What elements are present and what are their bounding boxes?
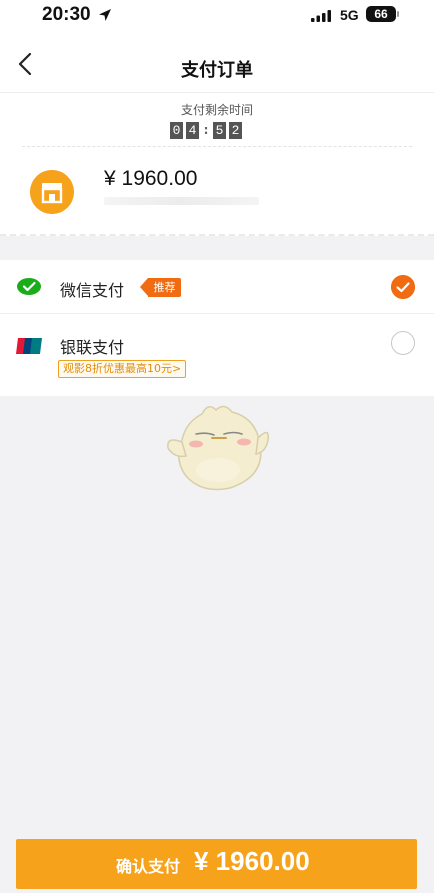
order-description-blurred bbox=[104, 197, 259, 205]
recommended-badge-text: 推荐 bbox=[148, 278, 181, 297]
order-price: ¥ 1960.00 bbox=[104, 167, 198, 190]
countdown-separator: : bbox=[203, 123, 209, 137]
confirm-payment-amount: ¥ 1960.00 bbox=[194, 846, 310, 876]
payment-label-wechat: 微信支付 bbox=[60, 281, 125, 300]
divider bbox=[22, 146, 412, 147]
status-bar: 20:30 5G 66 bbox=[0, 0, 434, 34]
battery-cap bbox=[397, 11, 399, 17]
order-summary-card: 支付剩余时间 0 4 : 5 2 ¥ 1960.00 bbox=[0, 92, 434, 236]
unionpay-icon bbox=[16, 338, 42, 354]
countdown-digit: 2 bbox=[229, 121, 242, 139]
countdown-digit: 5 bbox=[213, 121, 226, 139]
wechat-pay-icon bbox=[17, 278, 41, 295]
countdown-digit: 4 bbox=[186, 121, 199, 139]
promo-tag[interactable]: 观影8折优惠最高10元> bbox=[58, 360, 187, 378]
nav-bar: 支付订单 bbox=[0, 34, 434, 92]
recommended-badge: 推荐 bbox=[140, 278, 181, 297]
countdown-digit: 0 bbox=[170, 121, 183, 139]
signal-icon bbox=[311, 10, 331, 22]
location-arrow-icon bbox=[99, 9, 111, 21]
payment-option-unionpay[interactable]: 银联支付 观影8折优惠最高10元> bbox=[0, 314, 434, 396]
confirm-payment-button[interactable]: 确认支付 ¥ 1960.00 bbox=[16, 839, 417, 889]
mascot-illustration bbox=[167, 405, 270, 491]
payment-option-wechat[interactable]: 微信支付 推荐 bbox=[0, 260, 434, 314]
page-title: 支付订单 bbox=[181, 60, 253, 81]
status-time: 20:30 bbox=[42, 4, 91, 25]
countdown-label: 支付剩余时间 bbox=[180, 103, 253, 117]
radio-checked-icon[interactable] bbox=[391, 275, 415, 299]
payment-method-list: 微信支付 推荐 银联支付 观影8折优惠最高10元> bbox=[0, 260, 434, 396]
storefront-icon bbox=[30, 170, 74, 214]
confirm-payment-label: 确认支付 bbox=[116, 857, 181, 876]
countdown-timer: 0 4 : 5 2 bbox=[170, 121, 242, 139]
battery-icon: 66 bbox=[366, 6, 396, 22]
payment-label-unionpay: 银联支付 bbox=[60, 338, 125, 357]
network-type: 5G bbox=[340, 7, 359, 23]
radio-unchecked-icon[interactable] bbox=[391, 331, 415, 355]
ticket-edge bbox=[0, 232, 434, 236]
